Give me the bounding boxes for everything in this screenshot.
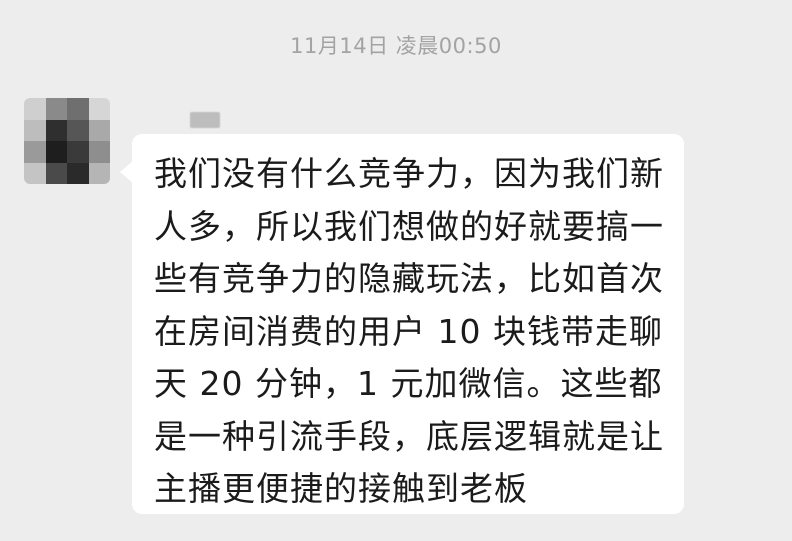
message-line: 主播更便捷的接触到老板 <box>154 469 528 508</box>
message-line: 些有竞争力的隐藏玩法，比如首次 <box>154 259 664 298</box>
message-text: 我们没有什么竞争力，因为我们新 人多，所以我们想做的好就要搞一 些有竞争力的隐藏… <box>154 148 666 516</box>
message-bubble[interactable]: 我们没有什么竞争力，因为我们新 人多，所以我们想做的好就要搞一 些有竞争力的隐藏… <box>132 134 684 514</box>
message-line: 天 20 分钟，1 元加微信。这些都 <box>154 364 663 403</box>
message-line: 我们没有什么竞争力，因为我们新 <box>154 154 664 193</box>
sender-name-redacted <box>190 112 220 128</box>
message-line: 在房间消费的用户 10 块钱带走聊 <box>154 311 663 351</box>
message-line: 人多，所以我们想做的好就要搞一 <box>154 206 664 246</box>
message-timestamp: 11月14日 凌晨00:50 <box>290 34 502 58</box>
pixelated-avatar-icon[interactable] <box>24 98 110 184</box>
message-line: 是一种引流手段，底层逻辑就是让 <box>154 416 664 456</box>
